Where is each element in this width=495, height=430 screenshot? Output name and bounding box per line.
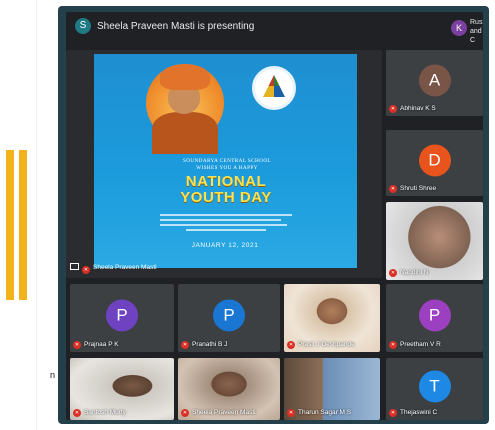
participant-name: Abhinav K S: [400, 105, 436, 112]
participant-avatar: P: [418, 299, 451, 332]
mic-off-icon: ✕: [389, 185, 397, 193]
poster-quote-text: [160, 214, 292, 234]
presenter-avatar: S: [75, 18, 91, 34]
participant-avatar: P: [213, 299, 245, 332]
mic-off-icon: ✕: [389, 409, 397, 417]
participant-tile[interactable]: D ✕ Shruti Shree: [386, 130, 483, 196]
participant-name: Sheela Praveen Masti: [192, 409, 256, 416]
mic-off-icon: ✕: [181, 341, 189, 349]
participant-name: Santosh Murty: [84, 409, 126, 416]
participant-name: Prasit J Deshpande: [298, 341, 355, 348]
participant-avatar: D: [418, 144, 451, 177]
participant-name: Nandini N: [400, 269, 429, 276]
presentation-presenter-name: Sheela Praveen Masti: [93, 264, 157, 271]
corner-participant-avatar[interactable]: K: [451, 20, 467, 36]
participant-avatar: A: [418, 64, 451, 97]
participant-name: Pranathi B J: [192, 341, 228, 348]
participant-tile[interactable]: T ✕ Thejaswini C: [386, 358, 483, 420]
participant-avatar: P: [106, 299, 138, 332]
mic-off-icon: ✕: [82, 266, 90, 274]
participant-tile[interactable]: P ✕ Preetham V R: [386, 284, 483, 352]
mic-off-icon: ✕: [389, 341, 397, 349]
presentation-tile[interactable]: SOUNDARYA CENTRAL SCHOOL WISHES YOU A HA…: [66, 50, 382, 278]
mic-off-icon: ✕: [181, 409, 189, 417]
mic-off-icon: ✕: [287, 409, 295, 417]
screenshot-frame: S Sheela Praveen Masti is presenting K R…: [58, 6, 489, 424]
participant-tile[interactable]: P ✕ Prajnaa P K: [70, 284, 174, 352]
mic-off-icon: ✕: [389, 105, 397, 113]
mic-off-icon: ✕: [389, 269, 397, 277]
mic-off-icon: ✕: [73, 409, 81, 417]
presentation-label: ✕ Sheela Praveen Masti: [70, 263, 157, 274]
mic-off-icon: ✕: [287, 341, 295, 349]
participant-tile[interactable]: A ✕ Abhinav K S: [386, 50, 483, 116]
poster-title-line2: YOUTH DAY: [180, 189, 272, 206]
participant-tile[interactable]: ✕ Sheela Praveen Masti: [178, 358, 280, 420]
participant-name: Prajnaa P K: [84, 341, 119, 348]
poster-school-line2: WISHES YOU A HAPPY: [196, 165, 258, 171]
meeting-window: S Sheela Praveen Masti is presenting K R…: [66, 12, 483, 420]
participant-name: Tharun Sagar M S: [298, 409, 352, 416]
poster-school-text: SOUNDARYA CENTRAL SCHOOL WISHES YOU A HA…: [152, 158, 302, 172]
participant-tile[interactable]: ✕ Nandini N: [386, 202, 483, 280]
poster-portrait-robe: [152, 112, 218, 154]
participant-name: Preetham V R: [400, 341, 441, 348]
participant-tile[interactable]: P ✕ Pranathi B J: [178, 284, 280, 352]
participant-tile[interactable]: ✕ Tharun Sagar M S: [284, 358, 380, 420]
presenting-bar: S Sheela Praveen Masti is presenting K R…: [66, 12, 483, 44]
poster-portrait-turban: [160, 64, 210, 90]
youth-day-poster: SOUNDARYA CENTRAL SCHOOL WISHES YOU A HA…: [94, 54, 357, 268]
mic-off-icon: ✕: [73, 341, 81, 349]
presenting-banner-text: Sheela Praveen Masti is presenting: [97, 21, 255, 32]
yellow-bars-decoration: [6, 150, 28, 300]
poster-date: JANUARY 12, 2021: [191, 242, 259, 249]
page-divider-line: [36, 0, 37, 430]
participant-avatar: T: [418, 370, 451, 403]
poster-school-line1: SOUNDARYA CENTRAL SCHOOL: [182, 158, 272, 164]
present-screen-icon: [70, 263, 79, 270]
school-emblem-icon: [252, 66, 296, 110]
participant-name: Shruti Shree: [400, 185, 437, 192]
participant-tile[interactable]: ✕ Prasit J Deshpande: [284, 284, 380, 352]
poster-title-line1: NATIONAL: [185, 173, 267, 190]
corner-participant-label: Rushe and C: [470, 19, 483, 44]
participant-name: Thejaswini C: [400, 409, 438, 416]
margin-text: n: [50, 370, 56, 380]
participant-tile[interactable]: ✕ Santosh Murty: [70, 358, 174, 420]
